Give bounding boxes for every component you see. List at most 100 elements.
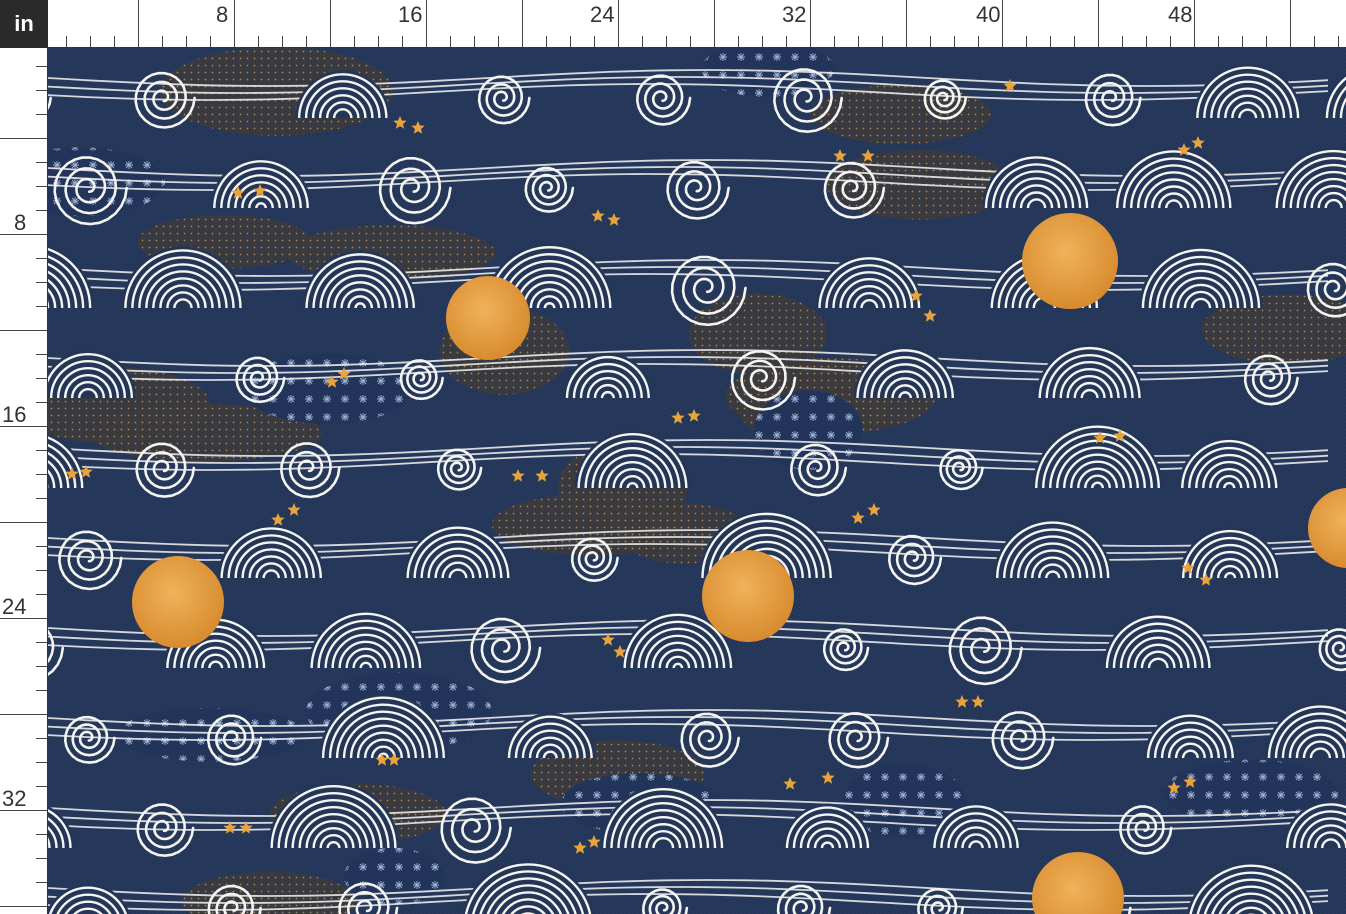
- top-ruler-tick: [1218, 36, 1219, 48]
- left-ruler-tick: [36, 690, 48, 691]
- moon-circle: [1022, 213, 1118, 309]
- top-ruler-tick: [114, 36, 115, 48]
- top-ruler-tick: [906, 0, 907, 48]
- top-ruler-tick: [546, 36, 547, 48]
- top-ruler-label-24: 24: [590, 2, 615, 27]
- left-ruler-tick: [36, 834, 48, 835]
- top-ruler-tick: [474, 36, 475, 48]
- left-ruler-tick: [36, 594, 48, 595]
- top-ruler-tick: [1338, 36, 1339, 48]
- left-ruler-tick: [36, 114, 48, 115]
- top-ruler-tick: [1194, 0, 1195, 48]
- top-ruler-tick: [1242, 36, 1243, 48]
- top-ruler-tick: [258, 36, 259, 48]
- left-ruler-tick: [36, 306, 48, 307]
- left-ruler-tick: [36, 354, 48, 355]
- moon-circle: [702, 550, 794, 642]
- top-ruler-label-8: 8: [216, 2, 229, 27]
- top-ruler-tick: [498, 36, 499, 48]
- top-ruler-label-48: 48: [1168, 2, 1193, 27]
- top-ruler-tick: [1074, 36, 1075, 48]
- left-ruler-tick: [0, 330, 48, 331]
- top-ruler-tick: [234, 0, 235, 48]
- top-ruler-tick: [786, 36, 787, 48]
- top-ruler-tick: [762, 36, 763, 48]
- top-ruler-tick: [714, 0, 715, 48]
- top-ruler-tick: [450, 36, 451, 48]
- top-ruler-tick: [66, 36, 67, 48]
- left-ruler: [0, 48, 48, 914]
- top-ruler-tick: [666, 36, 667, 48]
- top-ruler-tick: [1122, 36, 1123, 48]
- left-ruler-tick: [0, 714, 48, 715]
- left-ruler-tick: [36, 666, 48, 667]
- top-ruler-label-40: 40: [976, 2, 1001, 27]
- left-ruler-tick: [36, 858, 48, 859]
- left-ruler-label-32: 32: [2, 786, 27, 811]
- top-ruler-tick: [618, 0, 619, 48]
- top-ruler-tick: [1002, 0, 1003, 48]
- top-ruler-tick: [594, 36, 595, 48]
- left-ruler-tick: [36, 570, 48, 571]
- top-ruler-tick: [522, 0, 523, 48]
- fabric-preview: [48, 48, 1346, 914]
- left-ruler-tick: [36, 498, 48, 499]
- top-ruler-tick: [1050, 36, 1051, 48]
- top-ruler-tick: [690, 36, 691, 48]
- top-ruler: [48, 0, 1346, 48]
- top-ruler-tick: [330, 0, 331, 48]
- left-ruler-tick: [36, 66, 48, 67]
- left-ruler-tick: [36, 402, 48, 403]
- top-ruler-label-16: 16: [398, 2, 423, 27]
- top-ruler-tick: [858, 36, 859, 48]
- left-ruler-tick: [36, 210, 48, 211]
- top-ruler-tick: [642, 36, 643, 48]
- left-ruler-tick: [0, 138, 48, 139]
- top-ruler-tick: [810, 0, 811, 48]
- left-ruler-tick: [36, 378, 48, 379]
- left-ruler-tick: [36, 258, 48, 259]
- left-ruler-label-24: 24: [2, 594, 27, 619]
- top-ruler-tick: [978, 36, 979, 48]
- left-ruler-tick: [36, 882, 48, 883]
- top-ruler-tick: [138, 0, 139, 48]
- left-ruler-tick: [36, 738, 48, 739]
- top-ruler-tick: [162, 36, 163, 48]
- top-ruler-tick: [834, 36, 835, 48]
- top-ruler-tick: [570, 36, 571, 48]
- left-ruler-tick: [36, 162, 48, 163]
- top-ruler-tick: [282, 36, 283, 48]
- left-ruler-tick: [36, 786, 48, 787]
- top-ruler-tick: [210, 36, 211, 48]
- top-ruler-tick: [90, 36, 91, 48]
- cloud-pattern-illustration: [48, 48, 1346, 914]
- left-ruler-tick: [36, 474, 48, 475]
- top-ruler-tick: [354, 36, 355, 48]
- top-ruler-tick: [930, 36, 931, 48]
- left-ruler-tick: [36, 186, 48, 187]
- top-ruler-tick: [186, 36, 187, 48]
- top-ruler-label-32: 32: [782, 2, 807, 27]
- top-ruler-tick: [1170, 36, 1171, 48]
- top-ruler-tick: [1266, 36, 1267, 48]
- top-ruler-tick: [402, 36, 403, 48]
- left-ruler-tick: [36, 450, 48, 451]
- top-ruler-tick: [882, 36, 883, 48]
- top-ruler-tick: [738, 36, 739, 48]
- top-ruler-tick: [306, 36, 307, 48]
- snowflake-cloud-patch: [115, 708, 306, 762]
- left-ruler-label-16: 16: [2, 402, 27, 427]
- moon-circle: [446, 276, 530, 360]
- left-ruler-tick: [36, 642, 48, 643]
- top-ruler-tick: [954, 36, 955, 48]
- left-ruler-tick: [36, 546, 48, 547]
- top-ruler-tick: [378, 36, 379, 48]
- top-ruler-tick: [1290, 0, 1291, 48]
- left-ruler-tick: [36, 762, 48, 763]
- left-ruler-tick: [36, 90, 48, 91]
- top-ruler-tick: [1026, 36, 1027, 48]
- left-ruler-tick: [0, 906, 48, 907]
- unit-label: in: [0, 0, 48, 48]
- left-ruler-tick: [0, 522, 48, 523]
- top-ruler-tick: [1314, 36, 1315, 48]
